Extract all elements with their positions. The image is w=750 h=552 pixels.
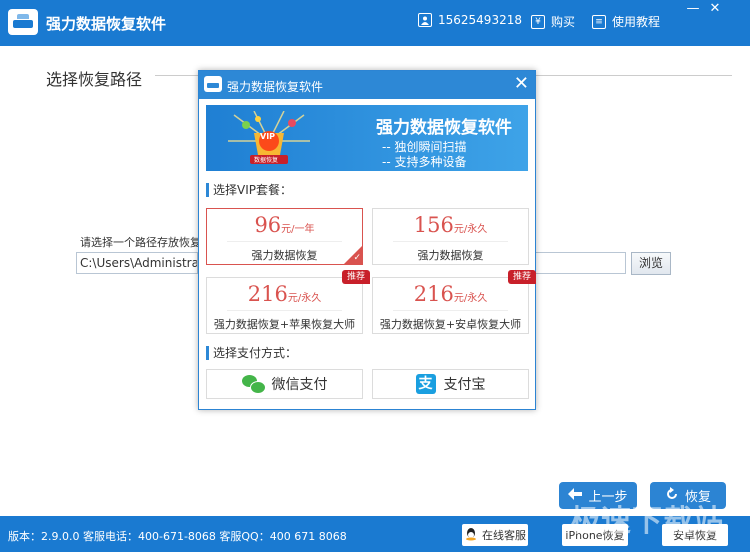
divider (155, 75, 200, 76)
title-bar: 强力数据恢复软件 15625493218 ¥ 购买 ≡ 使用教程 — ✕ (0, 0, 750, 46)
wechat-icon (241, 375, 266, 394)
divider (227, 310, 342, 311)
package-option[interactable]: 216元/永久 强力数据恢复+苹果恢复大师 (206, 277, 363, 334)
checkmark-icon: ✓ (353, 253, 361, 263)
alipay-icon: 支 (415, 374, 436, 394)
package-name: 强力数据恢复+苹果恢复大师 (213, 318, 356, 331)
tutorial-button[interactable]: ≡ 使用教程 (592, 13, 660, 30)
online-service-button[interactable]: 在线客服 (462, 524, 528, 546)
online-service-label: 在线客服 (482, 529, 526, 542)
app-logo-icon (8, 9, 38, 35)
badge-sub: 数据恢复 (254, 157, 279, 164)
user-icon (418, 13, 432, 27)
payment-heading: 选择支付方式： (206, 346, 297, 360)
recommended-badge: 推荐 (342, 270, 370, 284)
divider (536, 75, 732, 76)
package-option[interactable]: 216元/永久 强力数据恢复+安卓恢复大师 (372, 277, 529, 334)
app-title: 强力数据恢复软件 (46, 15, 167, 33)
divider (393, 241, 508, 242)
price: 216元/永久 (247, 282, 322, 306)
path-input-tail[interactable] (536, 252, 626, 274)
document-icon: ≡ (592, 14, 606, 29)
wechat-pay-button[interactable]: 微信支付 (206, 369, 363, 399)
dialog-close-icon[interactable]: ✕ (514, 74, 529, 94)
package-name: 强力数据恢复 (417, 249, 484, 262)
package-option[interactable]: 156元/永久 强力数据恢复 (372, 208, 529, 265)
tutorial-label: 使用教程 (612, 15, 661, 29)
section-title: 选择恢复路径 (46, 70, 143, 89)
version-info: 版本：2.9.0.0 客服电话：400-671-8068 客服QQ：400 67… (8, 530, 347, 543)
buy-label: 购买 (551, 15, 576, 29)
badge-text: VIP (260, 132, 276, 141)
path-label: 请选择一个路径存放恢复 (80, 236, 201, 249)
price: 156元/永久 (413, 213, 488, 237)
phone-number: 15625493218 (438, 13, 522, 27)
package-name: 强力数据恢复 (251, 249, 318, 262)
divider (227, 241, 342, 242)
minimize-button[interactable]: — (684, 2, 702, 16)
dialog-title: 强力数据恢复软件 (227, 80, 324, 94)
price: 216元/永久 (413, 282, 488, 306)
dialog-logo-icon (204, 76, 222, 92)
price: 96元/一年 (254, 213, 315, 237)
banner-feature-2: -- 支持多种设备 (382, 155, 467, 169)
package-name: 强力数据恢复+安卓恢复大师 (379, 318, 522, 331)
promo-banner: VIP 数据恢复 强力数据恢复软件 -- 独创瞬间扫描 -- 支持多种设备 (206, 105, 528, 171)
yen-icon: ¥ (531, 14, 545, 29)
browse-button[interactable]: 浏览 (631, 252, 671, 275)
recommended-badge: 推荐 (508, 270, 536, 284)
alipay-label: 支付宝 (443, 377, 486, 393)
close-button[interactable]: ✕ (706, 2, 724, 16)
path-input[interactable]: C:\Users\Administrato (76, 252, 198, 274)
divider (393, 310, 508, 311)
package-option[interactable]: 96元/一年 强力数据恢复 ✓ (206, 208, 363, 265)
dialog-header: 强力数据恢复软件 ✕ (199, 71, 535, 99)
vip-heading: 选择VIP套餐： (206, 183, 292, 197)
alipay-button[interactable]: 支 支付宝 (372, 369, 529, 399)
buy-button[interactable]: ¥ 购买 (531, 13, 575, 30)
account-item[interactable]: 15625493218 (418, 13, 522, 27)
wechat-pay-label: 微信支付 (271, 377, 328, 393)
vip-dialog: 强力数据恢复软件 ✕ VIP 数据恢复 强力数据恢复软件 -- 独创瞬间扫描 -… (198, 70, 536, 410)
watermark: 极速下载站 (570, 504, 725, 539)
banner-title: 强力数据恢复软件 (376, 118, 512, 138)
qq-icon (464, 527, 478, 544)
